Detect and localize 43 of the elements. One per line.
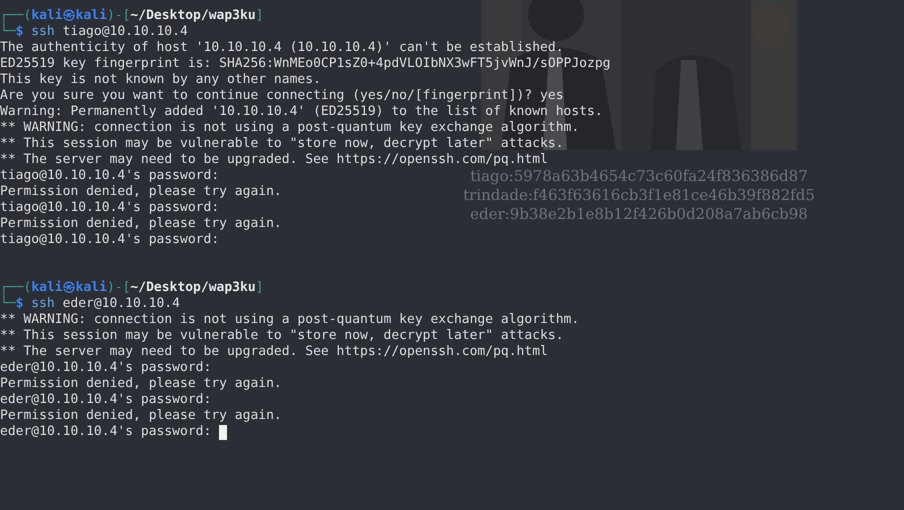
output-line: ** WARNING: connection is not using a post-quantum key exchange algorithm. [0, 120, 580, 136]
wallpaper-caption: tiago:5978a63b4654c73c60fa24f836386d87 [470, 167, 808, 186]
command-name: ssh [31, 24, 55, 40]
prompt-symbol: $ [16, 24, 24, 40]
output-line: ** WARNING: connection is not using a post-quantum key exchange algorithm. [0, 312, 580, 328]
command-name: ssh [31, 296, 55, 312]
output-line: Warning: Permanently added '10.10.10.4' (ED25519) to the list of known hosts. [0, 104, 603, 120]
output-line: eder@10.10.10.4's password: [0, 424, 212, 440]
output-line: ** This session may be vulnerable to "store now, decrypt later" attacks. [0, 328, 564, 344]
output-line: tiago@10.10.10.4's password: [0, 200, 220, 216]
output-line: tiago@10.10.10.4's password: [0, 168, 220, 184]
output-line: Are you sure you want to continue connecting (yes/no/[fingerprint])? yes [0, 88, 564, 104]
working-directory: ~/Desktop/wap3ku [130, 8, 256, 24]
output-line: Permission denied, please try again. [0, 376, 282, 392]
prompt-bracket: └─ [0, 296, 16, 312]
prompt-bracket: )-[ [106, 280, 130, 296]
output-line: Permission denied, please try again. [0, 216, 282, 232]
output-line: ED25519 key fingerprint is: SHA256:WnMEo0CP1sZ0+4pdVLOIbNX3wFT5jvWnJ/sOPPJozpg [0, 56, 610, 72]
output-line: tiago@10.10.10.4's password: [0, 232, 220, 248]
output-line: ** This session may be vulnerable to "store now, decrypt later" attacks. [0, 136, 564, 152]
output-line: This key is not known by any other names. [0, 72, 321, 88]
prompt-bracket: ] [256, 8, 264, 24]
user-host: kali㉿kali [31, 8, 107, 24]
prompt-bracket: ┌──( [0, 8, 32, 23]
wallpaper-caption: eder:9b38e2b1e8b12f426b0d208a7ab6cb98 [470, 205, 808, 224]
user-host: kali㉿kali [31, 280, 107, 296]
wallpaper-caption: trindade:f463f63616cb3f1e81ce46b39f882fd5 [463, 186, 815, 205]
output-line: Permission denied, please try again. [0, 408, 282, 424]
prompt-bracket: ┌──( [0, 280, 32, 295]
working-directory: ~/Desktop/wap3ku [130, 280, 256, 296]
prompt-bracket: )-[ [106, 8, 130, 24]
output-line: ** The server may need to be upgraded. See https://openssh.com/pq.html [0, 344, 548, 360]
output-line: ** The server may need to be upgraded. See https://openssh.com/pq.html [0, 152, 548, 168]
command-args: eder@10.10.10.4 [62, 296, 180, 312]
prompt-symbol: $ [16, 296, 24, 312]
prompt-bracket: └─ [0, 24, 16, 40]
text-cursor [219, 424, 228, 440]
output-line: eder@10.10.10.4's password: [0, 360, 212, 376]
command-args: tiago@10.10.10.4 [62, 24, 188, 40]
prompt-bracket: ] [256, 280, 264, 296]
output-line: Permission denied, please try again. [0, 184, 282, 200]
output-line: eder@10.10.10.4's password: [0, 392, 212, 408]
output-line: The authenticity of host '10.10.10.4 (10.10.10.4)' can't be established. [0, 40, 564, 56]
